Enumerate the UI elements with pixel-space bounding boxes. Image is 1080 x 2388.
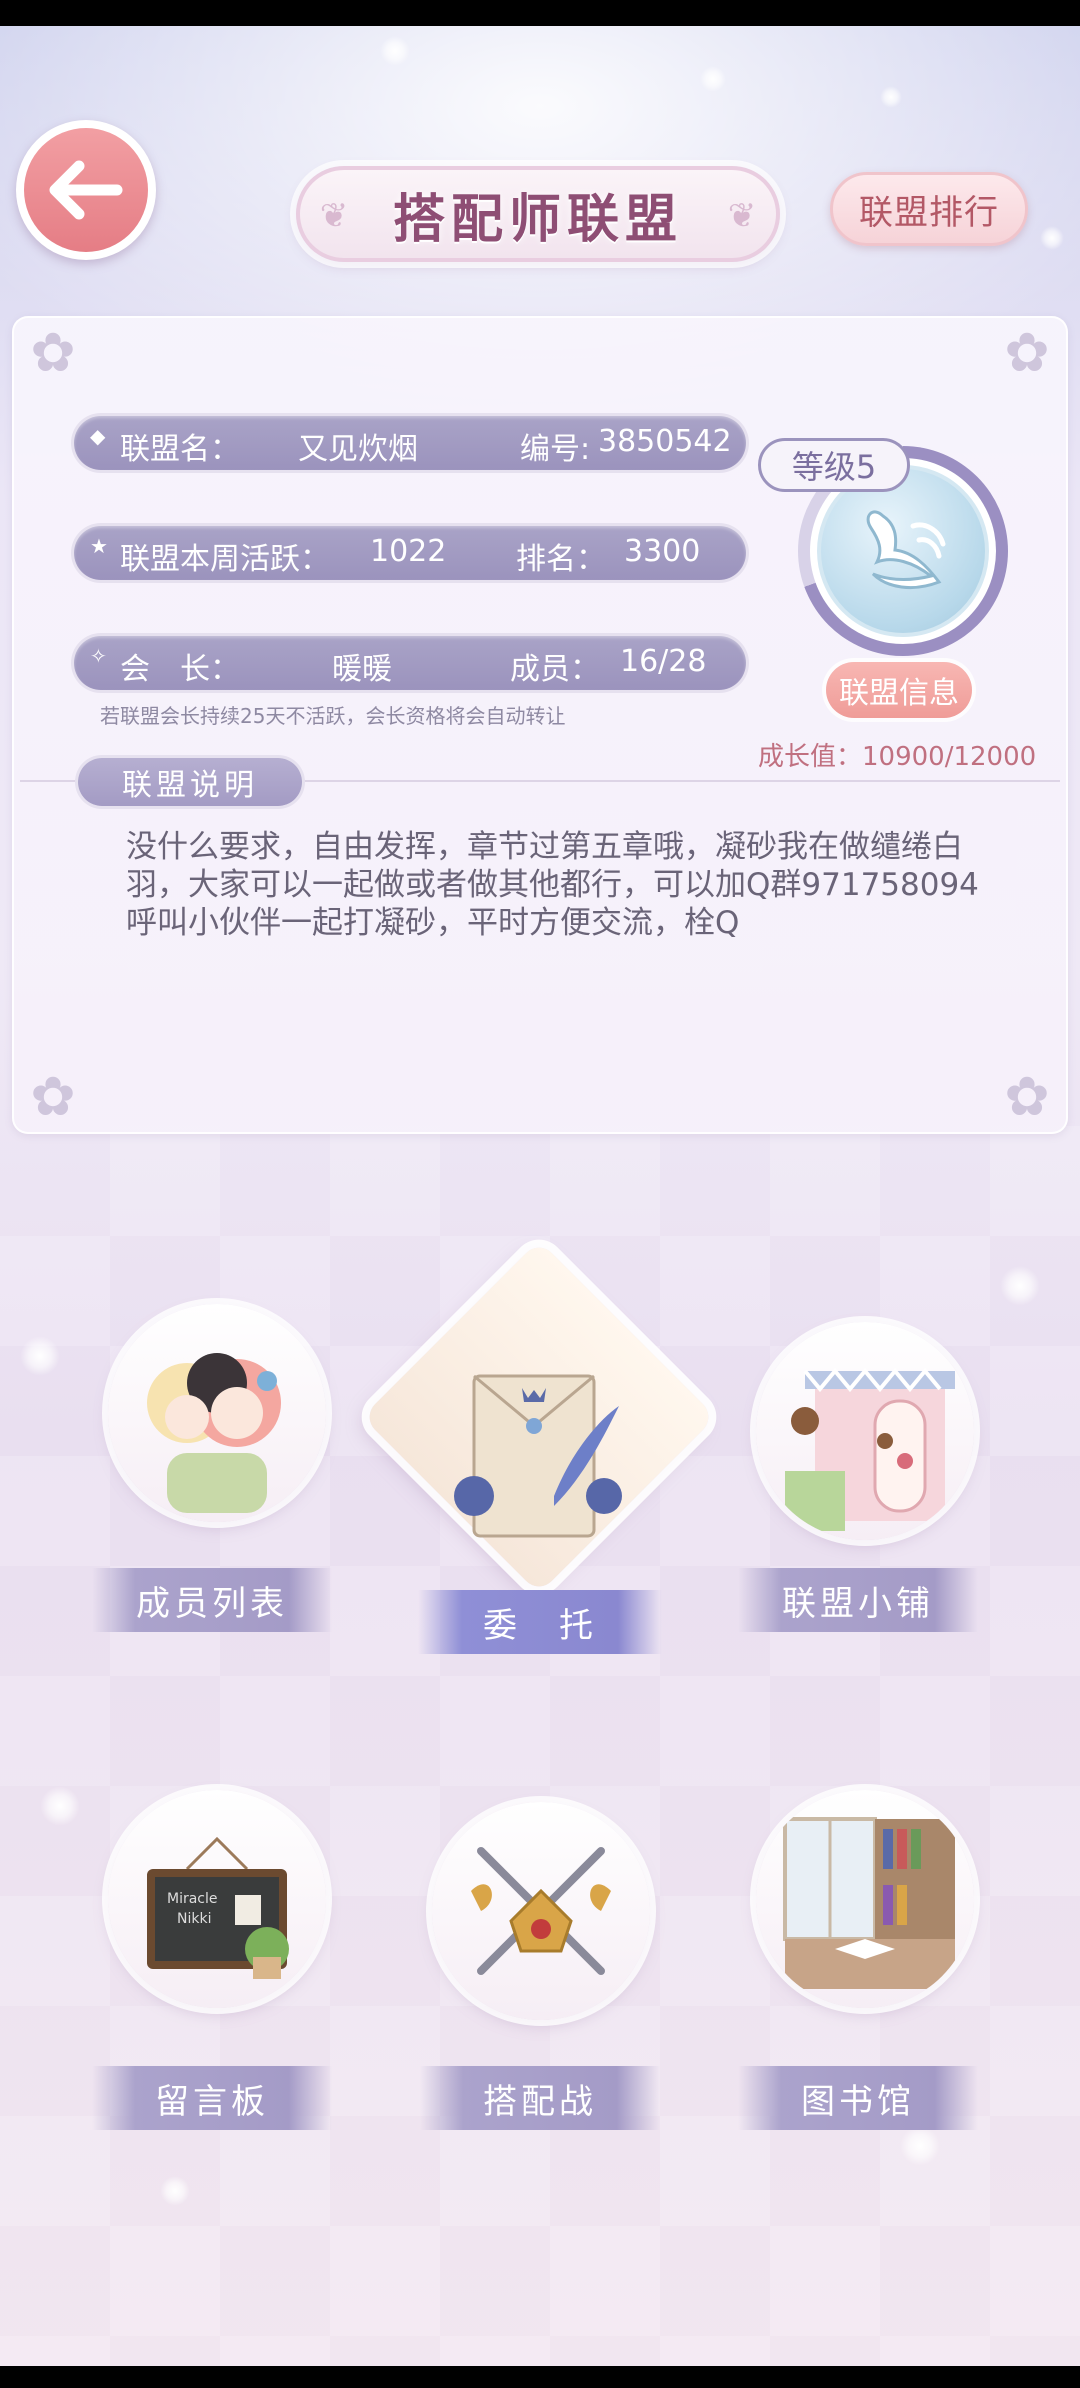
members-list-label: 成员列表 — [92, 1568, 332, 1632]
sparkle — [700, 66, 726, 92]
alliance-id-value: 3850542 — [598, 424, 732, 459]
library-icon — [756, 1790, 974, 2008]
shop-icon — [756, 1322, 974, 1540]
rose-corner-icon: ✿ — [1004, 1065, 1050, 1128]
crown-icon: ✧ — [90, 644, 107, 668]
commission-letter-icon — [454, 1374, 622, 1538]
star-icon: ★ — [90, 534, 108, 558]
rose-corner-icon: ✿ — [1004, 321, 1050, 384]
swan-icon — [866, 510, 946, 589]
rank-value: 3300 — [624, 534, 701, 569]
alliance-name-row: ◆ 联盟名： 又见炊烟 编号: 3850542 — [74, 416, 746, 470]
growth-value: 成长值：10900/12000 — [758, 742, 1037, 772]
library-label: 图书馆 — [738, 2066, 978, 2130]
message-board-label: 留言板 — [92, 2066, 332, 2130]
page-title: 搭配师联盟 — [392, 189, 683, 250]
leader-row: ✧ 会 长： 暖暖 成员： 16/28 — [74, 636, 746, 690]
description-title: 联盟说明 — [78, 758, 302, 806]
leader-transfer-notice: 若联盟会长持续25天不活跃，会长资格将会自动转让 — [100, 704, 566, 728]
weekly-activity-value: 1022 — [370, 534, 447, 569]
back-button[interactable] — [16, 120, 156, 260]
flourish-left-icon: ❦ — [319, 196, 349, 236]
alliance-info-button[interactable]: 联盟信息 — [826, 662, 972, 718]
styling-battle-label: 搭配战 — [420, 2066, 660, 2130]
sparkle — [380, 36, 410, 66]
svg-text:Nikki: Nikki — [177, 1911, 211, 1927]
alliance-description: 没什么要求，自由发挥，章节过第五章哦，凝砂我在做缱绻白羽，大家可以一起做或者做其… — [126, 829, 979, 941]
weekly-activity-row: ★ 联盟本周活跃： 1022 排名： 3300 — [74, 526, 746, 580]
sparkle — [1040, 226, 1064, 250]
sparkle — [900, 2126, 940, 2166]
alliance-id-label: 编号: — [520, 432, 591, 467]
title-banner: ❦ 搭配师联盟 ❦ — [296, 166, 780, 262]
alliance-screen: ❦ 搭配师联盟 ❦ 联盟排行 ✿ ✿ ✿ ✿ ◆ 联盟名： 又见炊烟 编号: 3… — [0, 26, 1080, 2366]
alliance-ranking-button[interactable]: 联盟排行 — [830, 172, 1028, 246]
flourish-right-icon: ❦ — [727, 196, 757, 236]
weekly-activity-label: 联盟本周活跃： — [120, 542, 330, 577]
leader-value: 暖暖 — [332, 652, 392, 687]
sparkle — [160, 2176, 190, 2206]
arrow-left-icon — [49, 160, 123, 220]
alliance-level-badge: 等级5 — [758, 438, 910, 492]
members-icon — [108, 1304, 326, 1522]
alliance-shop-label: 联盟小铺 — [738, 1568, 978, 1632]
sparkle — [880, 86, 902, 108]
leader-label: 会 长： — [120, 652, 240, 687]
message-board-icon: Miracle Nikki — [108, 1790, 326, 2008]
sparkle — [40, 1786, 80, 1826]
sparkle — [1000, 1266, 1040, 1306]
back-button-face — [24, 128, 148, 252]
commission-label: 委 托 — [418, 1590, 662, 1654]
svg-text:Miracle: Miracle — [167, 1891, 218, 1907]
rose-corner-icon: ✿ — [30, 321, 76, 384]
members-value: 16/28 — [620, 644, 707, 679]
alliance-name-label: 联盟名： — [120, 432, 240, 467]
shield-icon: ◆ — [90, 424, 106, 448]
alliance-name-value: 又见炊烟 — [298, 432, 418, 467]
members-label: 成员： — [510, 652, 600, 687]
sparkle — [20, 1336, 60, 1376]
rank-label: 排名： — [516, 542, 606, 577]
rose-corner-icon: ✿ — [30, 1065, 76, 1128]
crossed-swords-icon — [432, 1802, 650, 2020]
